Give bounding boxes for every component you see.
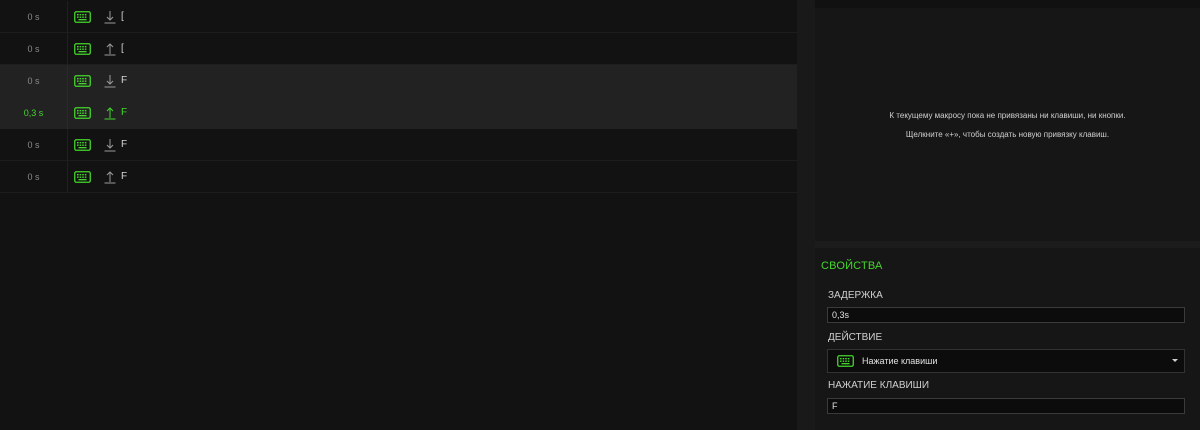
- keyboard-icon: [74, 171, 91, 183]
- macro-event-list: 0 s [0 s [0 s F 0,3 s F 0 s F 0 s F: [0, 0, 797, 430]
- event-key: F: [121, 75, 128, 86]
- macro-event-row[interactable]: 0 s [: [0, 1, 797, 33]
- action-selected-value: Нажатие клавиши: [862, 356, 938, 366]
- add-binding-hint: Щелкните «+», чтобы создать новую привяз…: [905, 130, 1110, 139]
- arrow-down-icon: [104, 75, 116, 88]
- panel-divider[interactable]: [797, 0, 815, 430]
- event-delay: 0 s: [0, 129, 68, 161]
- macro-event-row[interactable]: 0,3 s F: [0, 97, 797, 129]
- macro-event-row[interactable]: 0 s [: [0, 33, 797, 65]
- keyboard-icon: [74, 107, 91, 119]
- chevron-down-icon: [1172, 359, 1178, 362]
- event-delay: 0 s: [0, 1, 68, 33]
- macro-event-row[interactable]: 0 s F: [0, 161, 797, 193]
- properties-title: СВОЙСТВА: [821, 260, 883, 272]
- event-key: [: [121, 43, 124, 54]
- key-bindings-panel: К текущему макросу пока не привязаны ни …: [815, 8, 1200, 241]
- arrow-down-icon: [104, 139, 116, 152]
- delay-label: ЗАДЕРЖКА: [828, 290, 883, 301]
- keystroke-input[interactable]: F: [827, 398, 1185, 414]
- properties-panel: СВОЙСТВА ЗАДЕРЖКА 0,3s ДЕЙСТВИЕ Нажатие …: [815, 248, 1200, 430]
- event-key: F: [121, 139, 128, 150]
- keyboard-icon: [74, 139, 91, 151]
- arrow-up-icon: [104, 43, 116, 56]
- macro-editor: 0 s [0 s [0 s F 0,3 s F 0 s F 0 s F К те…: [0, 0, 1200, 430]
- event-delay: 0 s: [0, 65, 68, 97]
- macro-event-row[interactable]: 0 s F: [0, 65, 797, 97]
- delay-input[interactable]: 0,3s: [827, 307, 1185, 323]
- keyboard-icon: [74, 43, 91, 55]
- event-key: F: [121, 107, 128, 118]
- no-bindings-message: К текущему макросу пока не привязаны ни …: [889, 111, 1126, 120]
- keystroke-label: НАЖАТИЕ КЛАВИШИ: [828, 380, 930, 391]
- event-key: F: [121, 171, 128, 182]
- event-delay: 0 s: [0, 161, 68, 193]
- keyboard-icon: [837, 355, 854, 367]
- keyboard-icon: [74, 11, 91, 23]
- keyboard-icon: [74, 75, 91, 87]
- arrow-up-icon: [104, 107, 116, 120]
- event-delay: 0,3 s: [0, 97, 68, 129]
- action-dropdown[interactable]: Нажатие клавиши: [827, 349, 1185, 373]
- arrow-up-icon: [104, 171, 116, 184]
- arrow-down-icon: [104, 11, 116, 24]
- action-label: ДЕЙСТВИЕ: [828, 332, 883, 343]
- event-key: [: [121, 11, 124, 22]
- macro-event-row[interactable]: 0 s F: [0, 129, 797, 161]
- event-delay: 0 s: [0, 33, 68, 65]
- panel-gap: [815, 241, 1200, 248]
